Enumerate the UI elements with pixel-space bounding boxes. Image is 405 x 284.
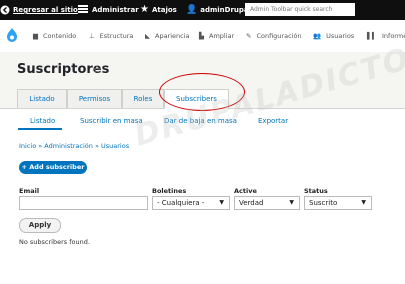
wrench-icon: ✎ <box>246 32 252 40</box>
manage-menu[interactable]: Administrar <box>78 0 139 20</box>
people-icon: 👥 <box>313 32 322 40</box>
newsletters-select[interactable]: - Cualquiera - ▼ <box>152 196 230 210</box>
subtab-listado[interactable]: Listado <box>30 117 55 125</box>
status-value: Suscrito <box>309 199 338 207</box>
apply-button[interactable]: Apply <box>19 218 61 233</box>
shortcut-star-icon[interactable]: ☆ <box>92 63 102 76</box>
chevron-down-icon: ▼ <box>289 199 294 206</box>
back-to-site-link[interactable]: Regresar al sitio <box>13 0 78 20</box>
menu-item-people[interactable]: 👥 Usuarios <box>313 20 354 52</box>
page-icon: ▆ <box>33 32 38 40</box>
menu-label-extend: Ampliar <box>209 32 235 40</box>
add-subscriber-button[interactable]: + Add subscriber <box>19 161 87 174</box>
menu-item-structure[interactable]: ⊥ Estructura <box>89 20 133 52</box>
menu-label-people: Usuarios <box>326 32 355 40</box>
sitemap-icon: ⊥ <box>89 32 95 40</box>
active-value: Verdad <box>239 199 264 207</box>
menu-item-appearance[interactable]: ◣ Apariencia <box>145 20 190 52</box>
shortcuts-label: Atajos <box>151 6 177 14</box>
status-label: Status <box>304 187 328 195</box>
tab-roles[interactable]: Roles <box>122 89 164 108</box>
email-label: Email <box>19 187 40 195</box>
tab-permisos[interactable]: Permisos <box>67 89 122 108</box>
user-menu[interactable]: 👤 adminDrupal <box>186 0 251 20</box>
menu-label-configuration: Configuración <box>256 32 302 40</box>
admin-toolbar: Regresar al sitio Administrar ★ Atajos 👤 a… <box>0 0 405 20</box>
menu-item-extend[interactable]: ▙ Ampliar <box>199 20 234 52</box>
brush-icon: ◣ <box>145 32 150 40</box>
admin-menu-tray: ▆ Contenido ⊥ Estructura ◣ Apariencia ▙ Ampl… <box>0 20 405 53</box>
bar-chart-icon: ▌▍ <box>367 32 377 40</box>
status-select[interactable]: Suscrito ▼ <box>304 196 372 210</box>
hamburger-icon <box>78 5 88 13</box>
shortcuts-menu[interactable]: ★ Atajos <box>140 0 177 20</box>
email-field[interactable] <box>19 196 148 210</box>
empty-message: No subscribers found. <box>19 238 90 246</box>
breadcrumb[interactable]: Inicio » Administración » Usuarios <box>19 142 129 150</box>
newsletters-label: Boletines <box>152 187 187 195</box>
menu-label-appearance: Apariencia <box>155 32 190 40</box>
back-arrow-icon[interactable] <box>0 0 10 20</box>
tab-listado[interactable]: Listado <box>17 89 67 108</box>
menu-item-configuration[interactable]: ✎ Configuración <box>246 20 302 52</box>
menu-item-content[interactable]: ▆ Contenido <box>33 20 76 52</box>
drupal-logo-icon[interactable] <box>5 20 19 52</box>
toolbar-search-input[interactable]: Admin Toolbar quick search <box>245 3 355 16</box>
active-subtab-underline <box>18 128 62 130</box>
active-label: Active <box>234 187 257 195</box>
menu-label-structure: Estructura <box>99 32 134 40</box>
star-icon: ★ <box>140 4 149 15</box>
menu-label-reports: Informes <box>382 32 405 40</box>
user-label: adminDrupal <box>200 6 252 14</box>
manage-label: Administrar <box>92 6 139 14</box>
menu-label-content: Contenido <box>43 32 77 40</box>
chevron-down-icon: ▼ <box>219 199 224 206</box>
active-select[interactable]: Verdad ▼ <box>234 196 300 210</box>
user-icon: 👤 <box>186 5 198 15</box>
chevron-down-icon: ▼ <box>361 199 366 206</box>
puzzle-icon: ▙ <box>199 32 204 40</box>
newsletters-value: - Cualquiera - <box>157 199 205 207</box>
